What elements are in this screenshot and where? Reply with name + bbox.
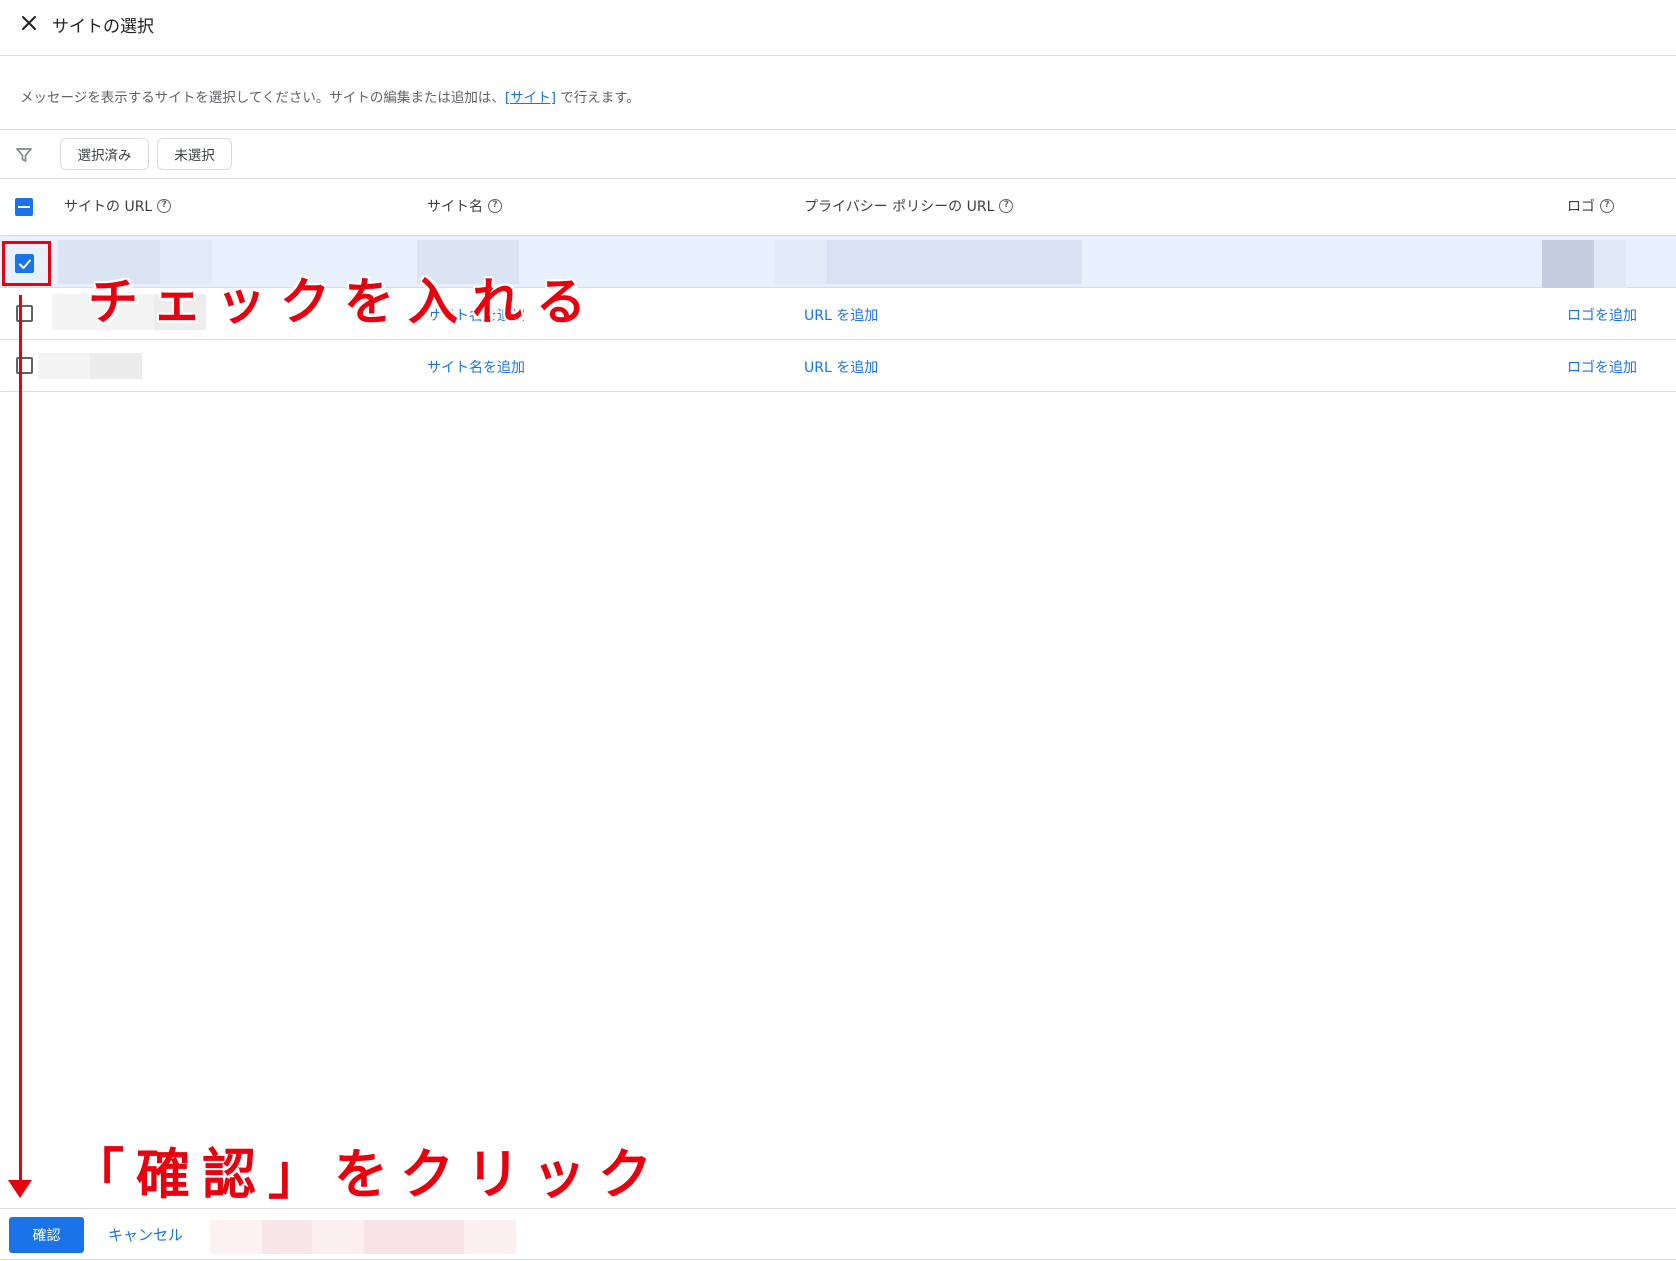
help-icon[interactable]: ? <box>157 199 172 213</box>
column-header-privacy: プライバシー ポリシーの URL ? <box>804 196 1014 216</box>
column-header-name: サイト名 ? <box>427 196 502 216</box>
help-icon[interactable]: ? <box>488 199 502 213</box>
column-header-privacy-label: プライバシー ポリシーの URL <box>804 199 995 215</box>
description-before: メッセージを表示するサイトを選択してください。サイトの編集または追加は、 <box>20 90 505 106</box>
annotation-arrow-line <box>19 295 22 1182</box>
divider <box>0 1208 1676 1209</box>
sites-link[interactable]: [サイト] <box>505 90 556 106</box>
redacted-privacy-url <box>827 240 1082 284</box>
annotation-arrowhead <box>8 1180 32 1198</box>
add-site-name-link[interactable]: サイト名を追加 <box>427 357 525 377</box>
filter-icon[interactable] <box>14 145 34 165</box>
divider <box>0 178 1676 179</box>
divider <box>0 129 1676 130</box>
add-logo-link[interactable]: ロゴを追加 <box>1567 305 1637 325</box>
filter-chip-selected[interactable]: 選択済み <box>60 138 149 170</box>
annotation-highlight-box <box>2 241 51 286</box>
annotation-confirm-text: 「確認」をクリック <box>70 1143 664 1206</box>
column-header-logo: ロゴ ? <box>1567 196 1614 216</box>
add-privacy-url-link[interactable]: URL を追加 <box>804 357 878 377</box>
redacted-url <box>38 353 90 379</box>
description-after: で行えます。 <box>555 90 640 106</box>
filter-chip-unselected[interactable]: 未選択 <box>157 138 232 170</box>
close-button[interactable] <box>16 10 42 36</box>
confirm-button[interactable]: 確認 <box>9 1217 84 1253</box>
redacted-footer-text <box>464 1220 516 1254</box>
description-text: メッセージを表示するサイトを選択してください。サイトの編集または追加は、[サイト… <box>20 86 640 106</box>
close-icon <box>22 16 36 30</box>
redacted-url <box>90 353 142 379</box>
redacted-footer-text <box>262 1220 312 1254</box>
add-logo-link[interactable]: ロゴを追加 <box>1567 357 1637 377</box>
redacted-footer-text <box>312 1220 364 1254</box>
redacted-footer-text <box>210 1220 262 1254</box>
redacted-privacy-url <box>775 240 827 284</box>
page-title: サイトの選択 <box>52 17 154 37</box>
indeterminate-icon <box>18 205 30 209</box>
redacted-logo <box>1594 240 1626 288</box>
dialog-header: サイトの選択 <box>0 0 1676 56</box>
column-header-name-label: サイト名 <box>427 199 483 215</box>
divider <box>0 1259 1676 1260</box>
redacted-footer-text <box>364 1220 464 1254</box>
select-all-checkbox[interactable] <box>15 198 33 216</box>
annotation-check-text: チェックを入れる <box>88 273 600 331</box>
add-privacy-url-link[interactable]: URL を追加 <box>804 305 878 325</box>
column-header-url-label: サイトの URL <box>64 199 153 215</box>
cancel-button[interactable]: キャンセル <box>108 1224 183 1245</box>
column-header-url: サイトの URL ? <box>64 196 172 216</box>
help-icon[interactable]: ? <box>999 199 1014 213</box>
help-icon[interactable]: ? <box>1600 199 1614 213</box>
column-header-logo-label: ロゴ <box>1567 199 1595 215</box>
redacted-logo <box>1542 240 1594 288</box>
